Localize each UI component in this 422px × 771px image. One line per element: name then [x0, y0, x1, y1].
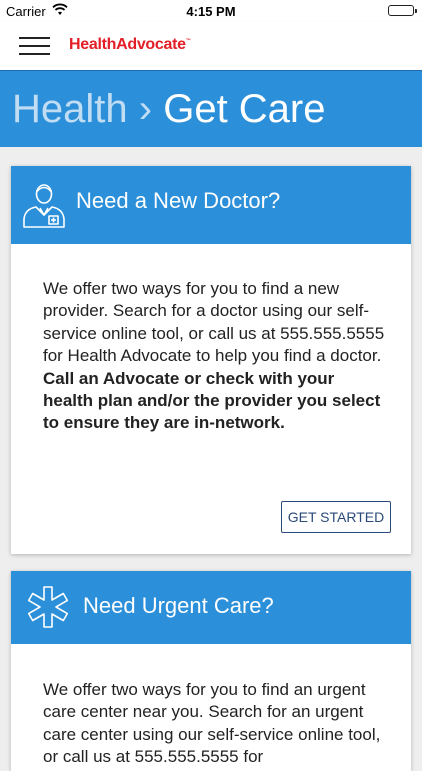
health-advocate-logo: HealthAdvocate™ [69, 36, 191, 54]
status-bar: Carrier 4:15 PM [0, 0, 422, 22]
card-header: Need Urgent Care? [11, 571, 411, 644]
logo-text: HealthAdvocate [69, 36, 186, 53]
description-text: We offer two ways for you to find a new … [43, 279, 385, 366]
app-header: HealthAdvocate™ [0, 22, 422, 70]
card-title: Need Urgent Care? [83, 593, 274, 618]
battery-icon [388, 5, 417, 16]
description-bold-text: Call an Advocate or check with your heal… [43, 368, 381, 433]
description-text: We offer two ways for you to find an urg… [43, 680, 381, 767]
card-description: We offer two ways for you to find a new … [43, 278, 388, 435]
doctor-icon [20, 181, 68, 229]
breadcrumb-parent[interactable]: Health [12, 87, 128, 131]
trademark-mark: ™ [185, 38, 191, 44]
breadcrumb: Health › Get Care [12, 87, 326, 132]
hamburger-menu-icon[interactable] [19, 34, 50, 58]
new-doctor-card: Need a New Doctor? We offer two ways for… [11, 166, 411, 554]
clock: 4:15 PM [186, 4, 236, 19]
breadcrumb-separator: › [138, 87, 153, 131]
get-started-button[interactable]: GET STARTED [281, 501, 391, 533]
card-header: Need a New Doctor? [11, 166, 411, 244]
page-title: Get Care [163, 87, 326, 131]
page-banner: Health › Get Care [0, 70, 422, 147]
card-description: We offer two ways for you to find an urg… [43, 679, 388, 769]
card-title: Need a New Doctor? [76, 188, 281, 213]
medical-star-icon [25, 584, 71, 630]
urgent-care-card: Need Urgent Care? We offer two ways for … [11, 571, 411, 771]
